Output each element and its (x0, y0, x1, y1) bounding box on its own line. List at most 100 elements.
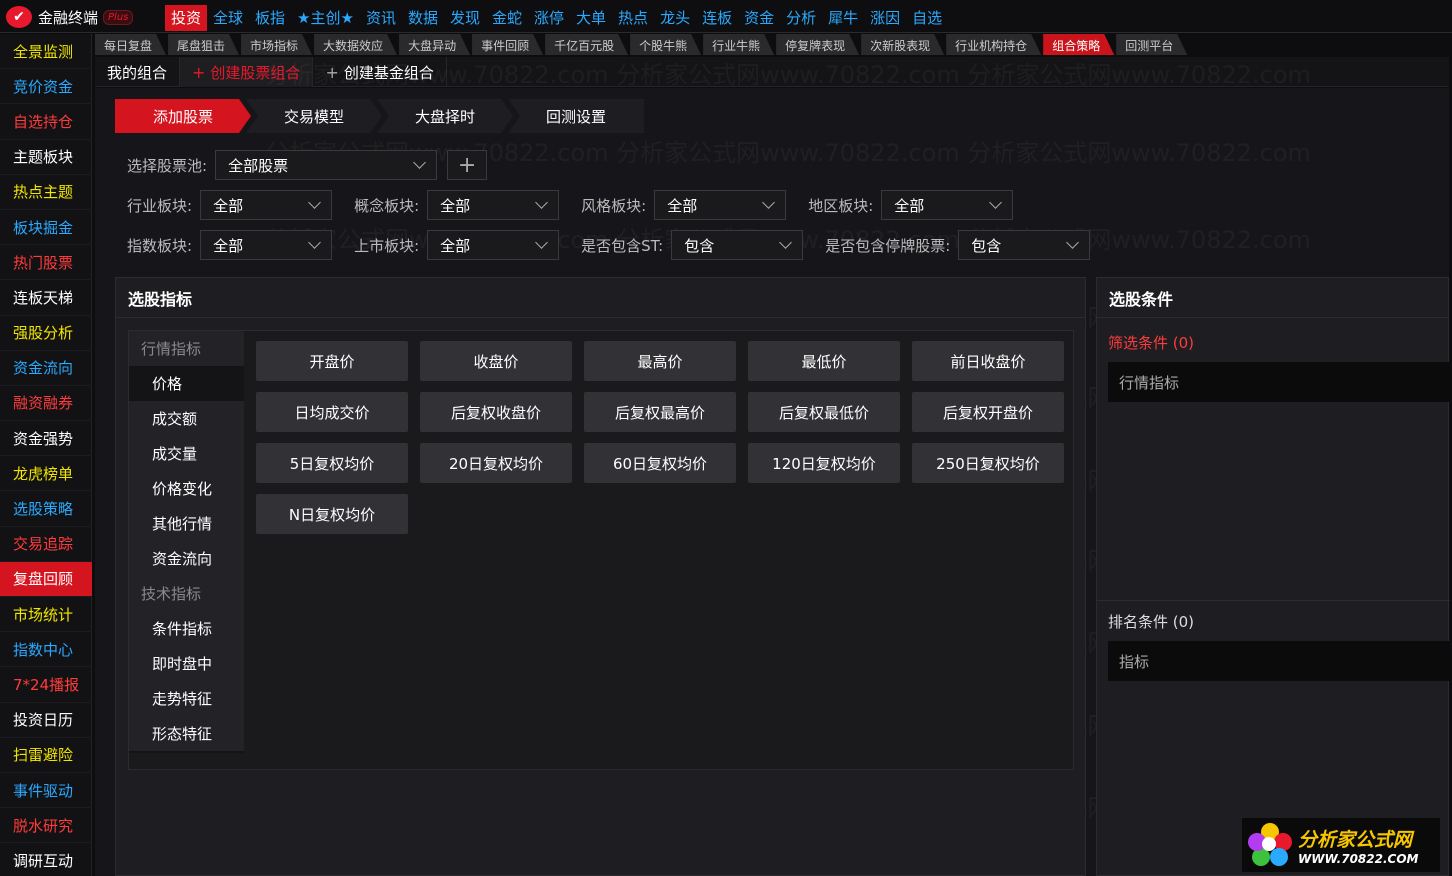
top-menu-item[interactable]: 分析 (780, 5, 822, 31)
sidebar-item[interactable]: 资金强势 (0, 421, 92, 457)
sub-tab[interactable]: 次新股表现 (861, 34, 944, 55)
top-menu-item[interactable]: 龙头 (654, 5, 696, 31)
sidebar-item[interactable]: 连板天梯 (0, 280, 92, 316)
st-select[interactable]: 包含 (671, 230, 804, 260)
sidebar-item[interactable]: 7*24播报 (0, 667, 92, 703)
sub-tab[interactable]: 市场指标 (241, 34, 312, 55)
suspended-select[interactable]: 包含 (958, 230, 1091, 260)
indicator-button[interactable]: 后复权最高价 (584, 392, 736, 432)
sidebar-item[interactable]: 指数中心 (0, 632, 92, 668)
top-menu-item[interactable]: 涨因 (864, 5, 906, 31)
indicator-button[interactable]: 开盘价 (256, 341, 408, 381)
category-item[interactable]: 成交额 (129, 401, 244, 436)
sub-tab[interactable]: 停复牌表现 (776, 34, 859, 55)
indicator-button[interactable]: 日均成交价 (256, 392, 408, 432)
sub-tab[interactable]: 千亿百元股 (545, 34, 628, 55)
industry-select[interactable]: 全部 (200, 190, 333, 220)
pool-select[interactable]: 全部股票 (215, 150, 438, 180)
step-add-stocks[interactable]: 添加股票 (115, 99, 251, 133)
top-menu-item[interactable]: 资讯 (360, 5, 402, 31)
sidebar-item[interactable]: 主题板块 (0, 140, 92, 175)
add-pool-button[interactable]: + (447, 150, 488, 180)
top-menu-item[interactable]: 犀牛 (822, 5, 864, 31)
indicator-button[interactable]: 20日复权均价 (420, 443, 572, 483)
indicator-button[interactable]: 最低价 (748, 341, 900, 381)
indicator-button[interactable]: N日复权均价 (256, 494, 408, 534)
top-menu-item[interactable]: 金蛇 (486, 5, 528, 31)
indicator-button[interactable]: 最高价 (584, 341, 736, 381)
concept-select[interactable]: 全部 (427, 190, 560, 220)
sidebar-item[interactable]: 交易追踪 (0, 527, 92, 562)
sidebar-item[interactable]: 复盘回顾 (0, 561, 92, 597)
sidebar-item[interactable]: 自选持仓 (0, 104, 92, 140)
indicator-button[interactable]: 前日收盘价 (912, 341, 1064, 381)
category-item[interactable]: 形态特征 (129, 716, 244, 751)
tab-my-portfolio[interactable]: 我的组合 (95, 57, 181, 87)
sub-tab[interactable]: 大数据效应 (314, 34, 397, 55)
top-menu-item[interactable]: 大单 (570, 5, 612, 31)
top-menu-item[interactable]: 投资 (165, 5, 208, 31)
indicator-button[interactable]: 后复权最低价 (748, 392, 900, 432)
sidebar-item[interactable]: 热点主题 (0, 175, 92, 210)
indicator-button[interactable]: 收盘价 (420, 341, 572, 381)
sidebar-item[interactable]: 选股策略 (0, 491, 92, 527)
step-trade-model[interactable]: 交易模型 (246, 99, 382, 133)
sidebar-item[interactable]: 市场统计 (0, 597, 92, 633)
sidebar-item[interactable]: 热门股票 (0, 245, 92, 281)
sub-tab[interactable]: 大盘异动 (399, 34, 470, 55)
tab-create-stock-portfolio[interactable]: + 创建股票组合 (180, 57, 314, 87)
sidebar-item[interactable]: 全景监测 (0, 34, 92, 70)
indicator-button[interactable]: 5日复权均价 (256, 443, 408, 483)
sidebar-item[interactable]: 板块掘金 (0, 210, 92, 246)
sidebar-item[interactable]: 调研互动 (0, 843, 92, 876)
top-menu-item[interactable]: ★主创★ (291, 5, 360, 31)
indicator-button[interactable]: 后复权收盘价 (420, 392, 572, 432)
indicator-button[interactable]: 120日复权均价 (748, 443, 900, 483)
sub-tab[interactable]: 行业牛熊 (703, 34, 774, 55)
top-menu-item[interactable]: 发现 (444, 5, 486, 31)
top-menu-item[interactable]: 连板 (696, 5, 738, 31)
top-menu-item[interactable]: 全球 (207, 5, 249, 31)
sidebar-item[interactable]: 融资融券 (0, 386, 92, 422)
category-item[interactable]: 价格 (129, 366, 244, 401)
step-backtest-settings[interactable]: 回测设置 (508, 99, 644, 133)
listing-select[interactable]: 全部 (427, 230, 560, 260)
style-select[interactable]: 全部 (654, 190, 787, 220)
sidebar-item[interactable]: 龙虎榜单 (0, 456, 92, 492)
sub-tab[interactable]: 事件回顾 (472, 34, 543, 55)
indicator-button[interactable]: 60日复权均价 (584, 443, 736, 483)
category-item[interactable]: 成交量 (129, 436, 244, 471)
sidebar-item[interactable]: 强股分析 (0, 316, 92, 351)
top-menu-item[interactable]: 涨停 (528, 5, 570, 31)
sub-tab[interactable]: 回测平台 (1116, 34, 1187, 55)
sidebar-item[interactable]: 投资日历 (0, 703, 92, 738)
step-market-timing[interactable]: 大盘择时 (377, 99, 513, 133)
top-menu-item[interactable]: 热点 (612, 5, 654, 31)
filter-condition-box[interactable]: 行情指标 (1108, 362, 1450, 402)
top-menu-item[interactable]: 资金 (738, 5, 780, 31)
index-select[interactable]: 全部 (200, 230, 333, 260)
sub-tab[interactable]: 行业机构持仓 (946, 34, 1041, 55)
sidebar-item[interactable]: 竞价资金 (0, 69, 92, 105)
sidebar-item[interactable]: 扫雷避险 (0, 738, 92, 773)
sidebar-item[interactable]: 脱水研究 (0, 808, 92, 844)
sub-tab[interactable]: 个股牛熊 (630, 34, 701, 55)
sidebar-item[interactable]: 资金流向 (0, 351, 92, 386)
sub-tab[interactable]: 尾盘狙击 (168, 34, 239, 55)
tab-create-fund-portfolio[interactable]: + 创建基金组合 (313, 57, 447, 87)
region-select[interactable]: 全部 (881, 190, 1014, 220)
category-item[interactable]: 即时盘中 (129, 646, 244, 681)
category-item[interactable]: 条件指标 (129, 611, 244, 646)
category-item[interactable]: 价格变化 (129, 471, 244, 506)
sidebar-item[interactable]: 事件驱动 (0, 773, 92, 809)
indicator-button[interactable]: 250日复权均价 (912, 443, 1064, 483)
top-menu-item[interactable]: 数据 (402, 5, 444, 31)
rank-condition-box[interactable]: 指标 (1108, 641, 1450, 681)
top-menu-item[interactable]: 自选 (906, 5, 948, 31)
category-item[interactable]: 资金流向 (129, 541, 244, 576)
sub-tab[interactable]: 组合策略 (1043, 34, 1114, 55)
indicator-button[interactable]: 后复权开盘价 (912, 392, 1064, 432)
category-item[interactable]: 走势特征 (129, 681, 244, 716)
sub-tab[interactable]: 每日复盘 (95, 34, 166, 55)
category-item[interactable]: 其他行情 (129, 506, 244, 541)
